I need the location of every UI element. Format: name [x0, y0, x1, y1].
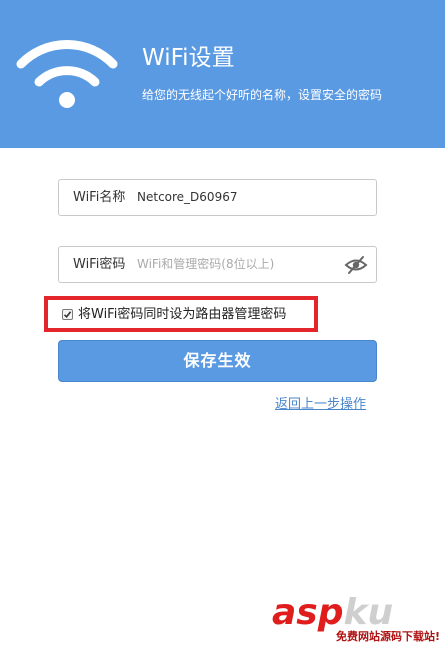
- wifi-password-label: WiFi密码: [73, 257, 126, 272]
- page-subtitle: 给您的无线起个好听的名称，设置安全的密码: [142, 88, 383, 102]
- header-banner: WiFi设置 给您的无线起个好听的名称，设置安全的密码: [0, 0, 445, 148]
- wifi-name-value[interactable]: Netcore_D60967: [137, 180, 237, 215]
- watermark-tagline: 免费网站源码下载站!: [335, 630, 440, 643]
- wifi-name-label: WiFi名称: [73, 190, 126, 205]
- sync-admin-password-checkbox[interactable]: [62, 309, 73, 320]
- wifi-password-field[interactable]: WiFi密码 WiFi和管理密码(8位以上): [58, 246, 377, 283]
- wifi-name-field[interactable]: WiFi名称 Netcore_D60967: [58, 179, 377, 216]
- eye-slash-icon[interactable]: [344, 254, 368, 276]
- watermark-logo: aspku: [272, 592, 394, 633]
- back-link[interactable]: 返回上一步操作: [275, 396, 366, 414]
- checkmark-icon: [63, 311, 72, 318]
- page-title: WiFi设置: [142, 45, 235, 71]
- save-button[interactable]: 保存生效: [58, 340, 377, 382]
- wifi-icon: [16, 40, 118, 108]
- sync-admin-password-label[interactable]: 将WiFi密码同时设为路由器管理密码: [78, 306, 286, 324]
- watermark: aspku 免费网站源码下载站!: [272, 594, 442, 646]
- wifi-password-placeholder[interactable]: WiFi和管理密码(8位以上): [137, 247, 274, 282]
